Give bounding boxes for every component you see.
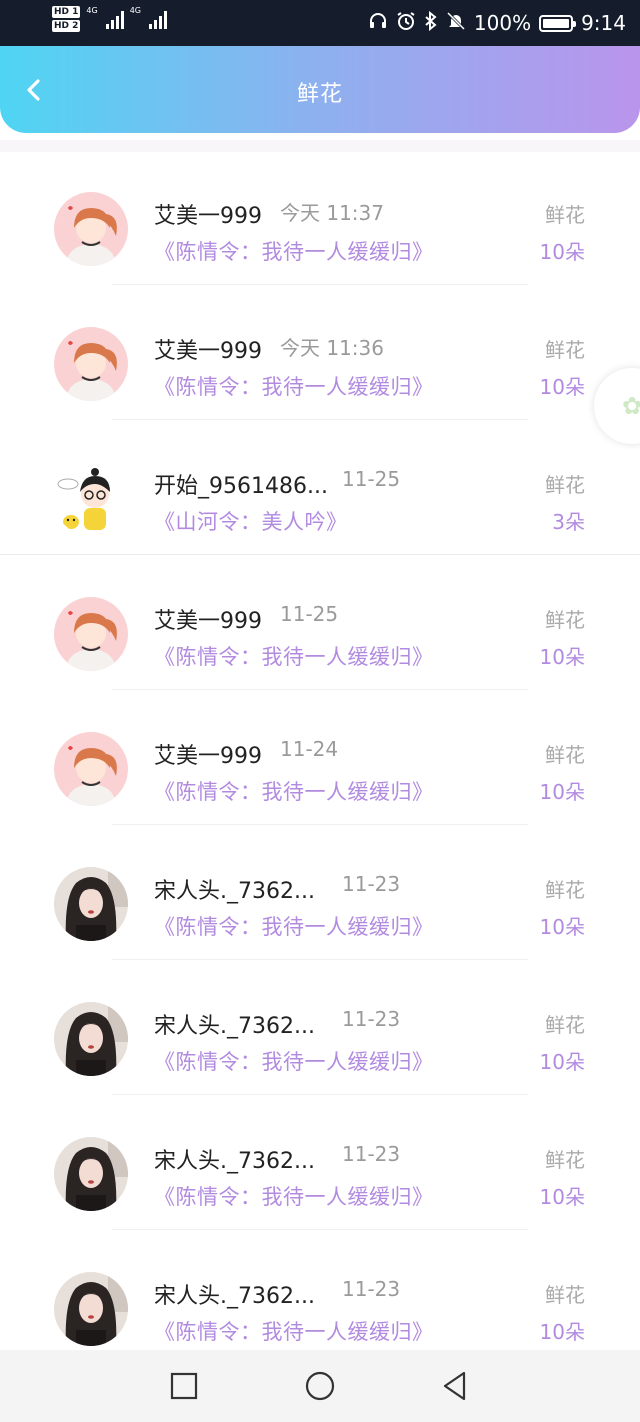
list-item[interactable]: 宋人头._7362... 11-23 《陈情令：我待一人缓缓归》 鲜花 10朵 <box>0 960 640 1095</box>
user-name: 宋人头._7362... <box>154 1014 315 1039</box>
timestamp: 11-23 <box>342 1142 401 1166</box>
user-name: 宋人头._7362... <box>154 1284 315 1309</box>
avatar-girl-cartoon-icon <box>54 732 128 806</box>
avatar[interactable] <box>54 1002 128 1076</box>
clock: 9:14 <box>581 11 626 35</box>
list-item[interactable]: 艾美一999 11-25 《陈情令：我待一人缓缓归》 鲜花 10朵 <box>0 555 640 690</box>
work-title: 《陈情令：我待一人缓缓归》 <box>154 645 434 669</box>
user-name: 宋人头._7362... <box>154 879 315 904</box>
user-name: 艾美一999 <box>154 339 262 364</box>
battery-charging-icon <box>539 14 577 32</box>
timestamp: 11-24 <box>280 737 339 761</box>
alarm-icon <box>396 11 416 36</box>
user-name: 开始_9561486... <box>154 474 328 499</box>
avatar-photo-woman-icon <box>54 867 128 941</box>
gift-count: 10朵 <box>539 1185 585 1209</box>
page-title: 鲜花 <box>296 82 343 107</box>
signal-strength-icon-1 <box>105 9 124 29</box>
recent-apps-square-icon <box>170 1372 198 1400</box>
list-item[interactable]: 宋人头._7362... 11-23 《陈情令：我待一人缓缓归》 鲜花 10朵 <box>0 825 640 960</box>
avatar[interactable] <box>54 192 128 266</box>
gift-type: 鲜花 <box>545 743 585 767</box>
hd2-badge: HD 2 <box>52 20 81 32</box>
gift-count: 10朵 <box>539 375 585 399</box>
timestamp: 今天 11:37 <box>280 201 384 225</box>
avatar[interactable] <box>54 1137 128 1211</box>
gift-count: 10朵 <box>539 780 585 804</box>
avatar-photo-woman-icon <box>54 1002 128 1076</box>
list-item[interactable]: 艾美一999 今天 11:37 《陈情令：我待一人缓缓归》 鲜花 10朵 <box>0 150 640 285</box>
battery-text: 100% <box>473 11 532 35</box>
work-title: 《陈情令：我待一人缓缓归》 <box>154 375 434 399</box>
status-bar: HD 1 HD 2 4G 4G 100% 9:14 <box>0 0 640 46</box>
gift-type: 鲜花 <box>545 473 585 497</box>
headphones-icon <box>368 11 388 36</box>
work-title: 《陈情令：我待一人缓缓归》 <box>154 915 434 939</box>
timestamp: 11-25 <box>280 602 339 626</box>
gift-count: 10朵 <box>539 1320 585 1344</box>
gift-count: 3朵 <box>552 510 585 534</box>
network-type-1: 4G <box>86 6 98 15</box>
avatar-girl-cartoon-icon <box>54 327 128 401</box>
header-bar: 鲜花 <box>0 46 640 133</box>
work-title: 《陈情令：我待一人缓缓归》 <box>154 1320 434 1344</box>
gift-count: 10朵 <box>539 915 585 939</box>
timestamp: 11-23 <box>342 1007 401 1031</box>
gift-list: 艾美一999 今天 11:37 《陈情令：我待一人缓缓归》 鲜花 10朵 艾美一999 今天… <box>0 150 640 1365</box>
user-name: 艾美一999 <box>154 204 262 229</box>
timestamp: 11-23 <box>342 872 401 896</box>
back-nav-button[interactable] <box>437 1368 473 1404</box>
list-item[interactable]: 宋人头._7362... 11-23 《陈情令：我待一人缓缓归》 鲜花 10朵 <box>0 1095 640 1230</box>
signal-strength-icon-2 <box>149 9 167 29</box>
hd1-badge: HD 1 <box>52 6 81 18</box>
gift-count: 10朵 <box>539 645 585 669</box>
user-name: 艾美一999 <box>154 609 262 634</box>
work-title: 《陈情令：我待一人缓缓归》 <box>154 240 434 264</box>
signal-area: HD 1 HD 2 4G 4G <box>52 6 167 32</box>
gift-type: 鲜花 <box>545 338 585 362</box>
gift-type: 鲜花 <box>545 608 585 632</box>
mute-bell-icon <box>446 11 466 36</box>
list-item[interactable]: 艾美一999 今天 11:36 《陈情令：我待一人缓缓归》 鲜花 10朵 <box>0 285 640 420</box>
avatar-photo-woman-icon <box>54 1272 128 1346</box>
gift-type: 鲜花 <box>545 1283 585 1307</box>
avatar[interactable] <box>54 732 128 806</box>
gift-count: 10朵 <box>539 240 585 264</box>
back-triangle-icon <box>443 1371 466 1401</box>
work-title: 《山河令：美人吟》 <box>154 510 348 534</box>
avatar-boy-cartoon-icon <box>54 462 128 536</box>
timestamp: 今天 11:36 <box>280 336 384 360</box>
home-circle-icon <box>305 1371 335 1401</box>
list-item[interactable]: 宋人头._7362... 11-23 《陈情令：我待一人缓缓归》 鲜花 10朵 <box>0 1230 640 1365</box>
system-nav-bar <box>0 1350 640 1422</box>
work-title: 《陈情令：我待一人缓缓归》 <box>154 1050 434 1074</box>
user-name: 艾美一999 <box>154 744 262 769</box>
avatar-girl-cartoon-icon <box>54 192 128 266</box>
avatar[interactable] <box>54 597 128 671</box>
work-title: 《陈情令：我待一人缓缓归》 <box>154 1185 434 1209</box>
list-item[interactable]: 艾美一999 11-24 《陈情令：我待一人缓缓归》 鲜花 10朵 <box>0 690 640 825</box>
user-name: 宋人头._7362... <box>154 1149 315 1174</box>
avatar-photo-woman-icon <box>54 1137 128 1211</box>
gift-type: 鲜花 <box>545 878 585 902</box>
timestamp: 11-23 <box>342 1277 401 1301</box>
flower-icon: ✿ <box>622 392 640 420</box>
gift-count: 10朵 <box>539 1050 585 1074</box>
home-button[interactable] <box>302 1368 338 1404</box>
avatar[interactable] <box>54 327 128 401</box>
recent-apps-button[interactable] <box>166 1368 202 1404</box>
network-type-2: 4G <box>129 6 141 15</box>
bluetooth-icon <box>424 10 438 36</box>
gift-type: 鲜花 <box>545 1148 585 1172</box>
gift-type: 鲜花 <box>545 203 585 227</box>
avatar[interactable] <box>54 867 128 941</box>
avatar[interactable] <box>54 1272 128 1346</box>
gift-type: 鲜花 <box>545 1013 585 1037</box>
work-title: 《陈情令：我待一人缓缓归》 <box>154 780 434 804</box>
avatar-girl-cartoon-icon <box>54 597 128 671</box>
list-item[interactable]: 开始_9561486... 11-25 《山河令：美人吟》 鲜花 3朵 <box>0 420 640 555</box>
avatar[interactable] <box>54 462 128 536</box>
timestamp: 11-25 <box>342 467 401 491</box>
